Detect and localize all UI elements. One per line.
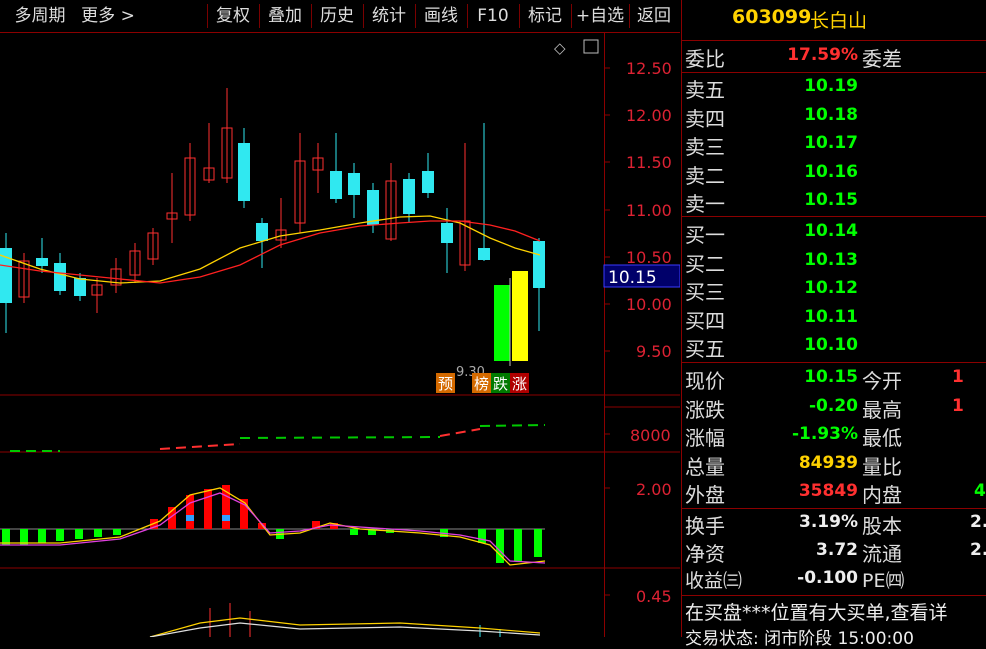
price-tick: 12.00 bbox=[626, 106, 672, 125]
statistics-button[interactable]: 统计 bbox=[364, 0, 414, 32]
stat-label: PE㈣ bbox=[862, 570, 905, 592]
f10-button[interactable]: F10 bbox=[468, 0, 518, 32]
add-watchlist-button[interactable]: +自选 bbox=[572, 0, 628, 32]
volume-tick: 8000 bbox=[630, 426, 671, 445]
macd-histogram bbox=[2, 485, 542, 563]
stat-label: 外盘 bbox=[685, 483, 725, 507]
buy-level-label: 买五 bbox=[685, 337, 725, 361]
stat-label: 流通 bbox=[862, 542, 902, 566]
stat-value: 4 bbox=[974, 481, 986, 501]
stat-value: 2. bbox=[970, 512, 986, 532]
sell-level-label: 卖二 bbox=[685, 164, 725, 188]
price-axis: 12.50 12.00 11.50 11.00 10.50 10.00 9.50 bbox=[604, 59, 672, 361]
stat-label: 内盘 bbox=[862, 483, 902, 507]
stat-value: 3.19% bbox=[799, 512, 858, 532]
stat-value: -1.93% bbox=[791, 424, 858, 444]
stat-label: 量比 bbox=[862, 455, 902, 479]
stat-label: 股本 bbox=[862, 514, 902, 538]
alert-message[interactable]: 在买盘***位置有大买单,查看详 bbox=[685, 598, 986, 625]
signal-bar-green bbox=[494, 285, 510, 361]
sell-level-label: 卖五 bbox=[685, 78, 725, 102]
stat-value: -0.20 bbox=[809, 396, 858, 416]
svg-text:预: 预 bbox=[438, 375, 453, 393]
stat-label: 总量 bbox=[685, 455, 725, 479]
draw-line-button[interactable]: 画线 bbox=[416, 0, 466, 32]
overlay-button[interactable]: 叠加 bbox=[260, 0, 310, 32]
ma-line-red bbox=[0, 220, 541, 284]
window-icon[interactable] bbox=[583, 39, 599, 54]
stat-value: 84939 bbox=[798, 453, 858, 473]
sell-level-label: 卖一 bbox=[685, 192, 725, 216]
stat-value: 10.15 bbox=[804, 367, 858, 387]
weicha-label: 委差 bbox=[862, 47, 902, 71]
svg-text:涨: 涨 bbox=[512, 375, 527, 393]
svg-text:榜: 榜 bbox=[474, 375, 489, 393]
bottom-tick: 0.45 bbox=[636, 587, 672, 606]
stat-label: 换手 bbox=[685, 514, 725, 538]
macd-dea-line bbox=[0, 492, 546, 564]
buy-level-price[interactable]: 10.10 bbox=[742, 335, 858, 355]
stat-label: 涨幅 bbox=[685, 426, 725, 450]
stat-label: 收益㈢ bbox=[685, 570, 743, 592]
buy-level-label: 买一 bbox=[685, 223, 725, 247]
stat-value: 1 bbox=[952, 396, 964, 416]
stat-value: 1 bbox=[952, 367, 964, 387]
buy-level-price[interactable]: 10.12 bbox=[742, 278, 858, 298]
stock-name: 长白山 bbox=[810, 10, 868, 32]
candlesticks bbox=[0, 88, 545, 333]
stat-label: 现价 bbox=[685, 369, 725, 393]
bottom-indicator bbox=[149, 603, 541, 637]
stat-value: 3.72 bbox=[816, 540, 858, 560]
buy-level-label: 买二 bbox=[685, 252, 725, 276]
macd-tick: 2.00 bbox=[636, 480, 672, 499]
sell-level-price[interactable]: 10.15 bbox=[742, 190, 858, 210]
stat-value: 2. bbox=[970, 540, 986, 560]
price-tick: 10.50 bbox=[626, 248, 672, 267]
sell-level-price[interactable]: 10.17 bbox=[742, 133, 858, 153]
stat-label: 最低 bbox=[862, 426, 902, 450]
kline-chart[interactable]: 12.50 12.00 11.50 11.00 10.50 10.00 9.50… bbox=[0, 33, 680, 637]
svg-text:跌: 跌 bbox=[493, 375, 508, 393]
stat-label: 最高 bbox=[862, 398, 902, 422]
price-tick: 11.50 bbox=[626, 153, 672, 172]
stat-label: 净资 bbox=[685, 542, 725, 566]
more-button[interactable]: 更多 > bbox=[78, 0, 138, 32]
price-tick: 10.00 bbox=[626, 295, 672, 314]
sell-level-label: 卖三 bbox=[685, 135, 725, 159]
mark-button[interactable]: 标记 bbox=[520, 0, 570, 32]
buy-level-price[interactable]: 10.11 bbox=[742, 307, 858, 327]
sell-level-price[interactable]: 10.16 bbox=[742, 162, 858, 182]
price-tick: 12.50 bbox=[626, 59, 672, 78]
history-button[interactable]: 历史 bbox=[312, 0, 362, 32]
price-tick: 9.50 bbox=[636, 342, 672, 361]
buy-level-price[interactable]: 10.13 bbox=[742, 250, 858, 270]
diamond-icon[interactable]: ◇ bbox=[554, 39, 566, 57]
weibi-label: 委比 bbox=[685, 47, 725, 71]
buy-level-label: 买四 bbox=[685, 309, 725, 333]
multi-period-button[interactable]: 多周期 bbox=[4, 0, 76, 32]
sell-level-price[interactable]: 10.18 bbox=[742, 105, 858, 125]
current-price-label: 10.15 bbox=[608, 268, 657, 288]
sell-level-price[interactable]: 10.19 bbox=[742, 76, 858, 96]
price-tick: 11.00 bbox=[626, 201, 672, 220]
stat-value: -0.100 bbox=[797, 568, 858, 588]
stat-value: 35849 bbox=[798, 481, 858, 501]
buy-level-label: 买三 bbox=[685, 280, 725, 304]
quote-panel: 603099 长白山 委比 17.59% 委差 卖五 10.19 卖四 10.1… bbox=[681, 0, 986, 649]
stat-label: 涨跌 bbox=[685, 398, 725, 422]
weibi-value: 17.59% bbox=[787, 45, 858, 65]
stock-code: 603099 bbox=[732, 6, 812, 28]
chart-toolbar: 多周期 更多 > 复权 叠加 历史 统计 画线 F10 标记 +自选 返回 bbox=[0, 0, 680, 33]
signal-bar-yellow bbox=[512, 271, 528, 361]
sell-level-label: 卖四 bbox=[685, 107, 725, 131]
buy-level-price[interactable]: 10.14 bbox=[742, 221, 858, 241]
macd-dif-line bbox=[0, 487, 546, 566]
back-button[interactable]: 返回 bbox=[630, 0, 678, 32]
adjust-rights-button[interactable]: 复权 bbox=[208, 0, 258, 32]
volume-indicator bbox=[10, 424, 546, 452]
stat-label: 今开 bbox=[862, 369, 902, 393]
